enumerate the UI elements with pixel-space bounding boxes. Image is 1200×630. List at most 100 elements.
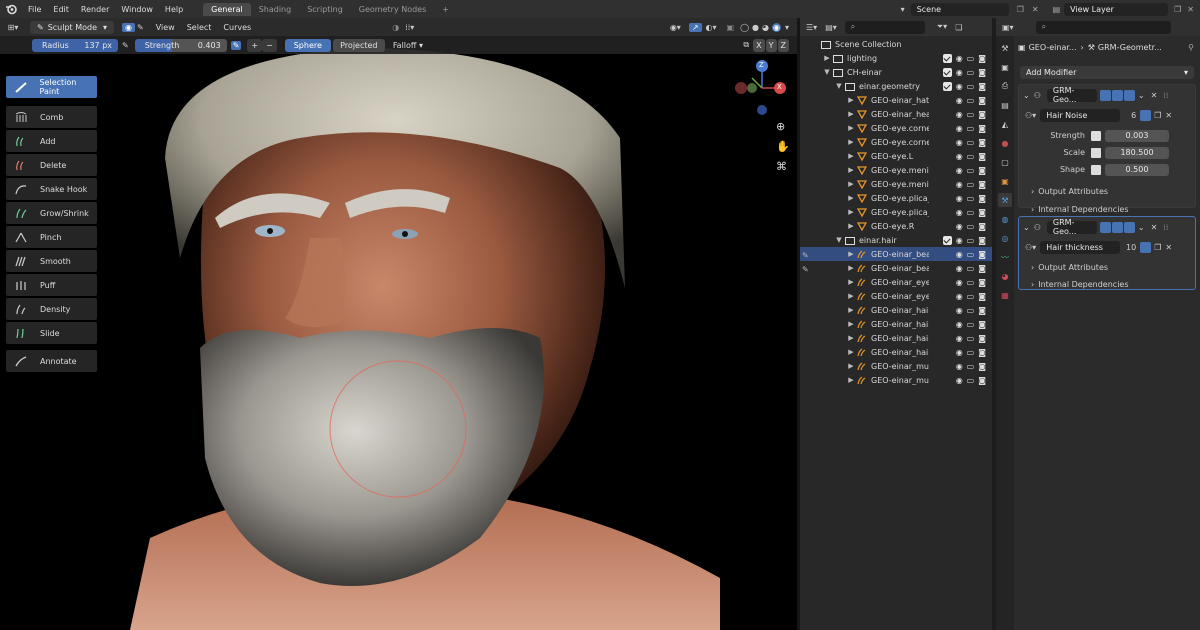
expand-arrow-icon[interactable]: ▼ bbox=[834, 236, 844, 244]
display-mode-icon[interactable]: ▤▾ bbox=[825, 23, 837, 32]
node-group-field[interactable]: Hair Noise bbox=[1040, 108, 1121, 122]
viewport-display-icon[interactable]: ▭ bbox=[967, 362, 975, 371]
expand-arrow-icon[interactable]: ▶ bbox=[846, 334, 856, 342]
attribute-toggle-icon[interactable] bbox=[1091, 164, 1101, 175]
material-shading-icon[interactable]: ◕ bbox=[762, 23, 769, 32]
tool-puff[interactable]: Puff bbox=[6, 274, 97, 296]
camera-render-icon[interactable]: ◙ bbox=[978, 96, 986, 105]
pin-icon[interactable]: ⚲ bbox=[1188, 43, 1194, 52]
visibility-icon[interactable]: ◉▾ bbox=[670, 23, 681, 32]
viewport-display-icon[interactable]: ▭ bbox=[967, 264, 975, 273]
edit-mode-toggle-icon[interactable] bbox=[1099, 89, 1111, 101]
tool-smooth[interactable]: Smooth bbox=[6, 250, 97, 272]
eye-icon[interactable]: ◉ bbox=[956, 250, 963, 259]
viewport-display-icon[interactable]: ▭ bbox=[967, 194, 975, 203]
object-tab-icon[interactable]: ▣ bbox=[998, 174, 1012, 188]
outliner-row[interactable]: ▶ GEO-eye.menisc ◉ ▭◙ bbox=[800, 177, 992, 191]
viewport-toggle-icon[interactable] bbox=[1111, 89, 1123, 101]
viewport-display-icon[interactable]: ▭ bbox=[967, 236, 975, 245]
tool-comb[interactable]: Comb bbox=[6, 106, 97, 128]
camera-render-icon[interactable]: ◙ bbox=[978, 362, 986, 371]
tab-scripting[interactable]: Scripting bbox=[299, 3, 351, 16]
camera-render-icon[interactable]: ◙ bbox=[978, 54, 986, 63]
outliner-editor-icon[interactable]: ☰▾ bbox=[806, 23, 817, 32]
camera-render-icon[interactable]: ◙ bbox=[978, 376, 986, 385]
eye-icon[interactable]: ◉ bbox=[956, 54, 963, 63]
rendered-shading-icon[interactable]: ◉ bbox=[772, 22, 781, 32]
eyedropper-icon[interactable]: ✎ bbox=[802, 251, 809, 260]
outliner-search-input[interactable]: ⌕ bbox=[844, 20, 925, 34]
tool-tab-icon[interactable]: ⚒ bbox=[998, 41, 1012, 55]
camera-render-icon[interactable]: ◙ bbox=[978, 180, 986, 189]
outliner-row[interactable]: ▶ GEO-eye.cornea ◉ ▭◙ bbox=[800, 135, 992, 149]
properties-editor-icon[interactable]: ▣▾ bbox=[1002, 23, 1014, 32]
overlays-icon[interactable]: ◐▾ bbox=[706, 23, 717, 32]
expand-arrow-icon[interactable]: ▶ bbox=[846, 208, 856, 216]
tool-selection-paint[interactable]: Selection Paint bbox=[6, 76, 97, 98]
outliner-row[interactable]: ▶ GEO-einar_hat ◉ ▭ ◙ bbox=[800, 93, 992, 107]
duplicate-icon[interactable]: ❐ bbox=[1154, 111, 1161, 120]
outliner-row[interactable]: ▶ GEO-einar_eyeb ◉ ▭◙ bbox=[800, 275, 992, 289]
viewport-display-icon[interactable]: ▭ bbox=[967, 110, 975, 119]
camera-render-icon[interactable]: ◙ bbox=[978, 124, 986, 133]
wireframe-shading-icon[interactable]: ◯ bbox=[740, 23, 749, 32]
eye-icon[interactable]: ◉ bbox=[956, 152, 963, 161]
node-group-field[interactable]: Hair thickness bbox=[1040, 240, 1121, 254]
input-value-field[interactable]: 0.003 bbox=[1105, 129, 1169, 142]
expand-arrow-icon[interactable]: ▶ bbox=[846, 194, 856, 202]
exclude-checkbox[interactable] bbox=[942, 81, 952, 91]
viewport-display-icon[interactable]: ▭ bbox=[967, 208, 975, 217]
camera-render-icon[interactable]: ◙ bbox=[978, 110, 986, 119]
expand-arrow-icon[interactable]: ▼ bbox=[822, 68, 832, 76]
modifier-name-field[interactable]: GRM-Geo... bbox=[1046, 218, 1097, 236]
camera-view-icon[interactable]: ⌘ bbox=[776, 160, 787, 173]
viewport-display-icon[interactable]: ▭ bbox=[967, 306, 975, 315]
viewport-3d[interactable]: ⊞▾ ✎ Sculpt Mode ▾ ◉ ✎ View Select Curve… bbox=[0, 18, 797, 630]
expand-arrow-icon[interactable]: ▶ bbox=[846, 152, 856, 160]
view-layer-copy-icon[interactable]: ❐ bbox=[1174, 5, 1181, 14]
camera-render-icon[interactable]: ◙ bbox=[978, 82, 986, 91]
attribute-toggle-icon[interactable] bbox=[1091, 130, 1101, 141]
eye-icon[interactable]: ◉ bbox=[956, 82, 963, 91]
outliner-row[interactable]: ▶ GEO-einar_must ◉ ▭◙ bbox=[800, 373, 992, 387]
viewport-display-icon[interactable]: ▭ bbox=[967, 68, 975, 77]
render-toggle-icon[interactable] bbox=[1123, 221, 1135, 233]
viewport-display-icon[interactable]: ▭ bbox=[967, 250, 975, 259]
outliner-row[interactable]: ▶ GEO-einar_bear ◉ ▭ ◙ bbox=[800, 247, 992, 261]
radius-field[interactable]: Radius 137 px bbox=[32, 38, 118, 52]
expand-arrow-icon[interactable]: ▼ bbox=[834, 82, 844, 90]
eye-icon[interactable]: ◉ bbox=[956, 194, 963, 203]
outliner-row[interactable]: ▼ einar.geometry ◉ ▭ ◙ bbox=[800, 79, 992, 93]
outliner-row[interactable]: ▶ GEO-einar_heac ◉ ▭ ◙ bbox=[800, 107, 992, 121]
collection-tab-icon[interactable]: ▢ bbox=[998, 155, 1012, 169]
camera-render-icon[interactable]: ◙ bbox=[978, 222, 986, 231]
camera-render-icon[interactable]: ◙ bbox=[978, 166, 986, 175]
expand-arrow-icon[interactable]: ▶ bbox=[846, 180, 856, 188]
eye-icon[interactable]: ◉ bbox=[956, 222, 963, 231]
expand-arrow-icon[interactable]: ▶ bbox=[846, 320, 856, 328]
output-attributes-panel[interactable]: Output Attributes bbox=[1038, 187, 1108, 196]
eye-icon[interactable]: ◉ bbox=[956, 110, 963, 119]
tab-general[interactable]: General bbox=[203, 2, 251, 16]
properties-search-input[interactable]: ⌕ bbox=[1035, 20, 1171, 34]
modifier-name-field[interactable]: GRM-Geo... bbox=[1046, 86, 1097, 104]
expand-arrow-icon[interactable]: ▶ bbox=[846, 376, 856, 384]
camera-render-icon[interactable]: ◙ bbox=[978, 306, 986, 315]
viewport-display-icon[interactable]: ▭ bbox=[967, 292, 975, 301]
strength-pressure-icon[interactable]: ✎ bbox=[230, 40, 242, 50]
drag-handle-icon[interactable]: ⁞⁞ bbox=[1163, 223, 1168, 232]
tab-shading[interactable]: Shading bbox=[251, 3, 300, 16]
input-value-field[interactable]: 180.500 bbox=[1105, 146, 1169, 159]
viewport-display-icon[interactable]: ▭ bbox=[967, 152, 975, 161]
tool-density[interactable]: Density bbox=[6, 298, 97, 320]
select-mode-icon[interactable]: ◉ bbox=[122, 22, 136, 32]
camera-render-icon[interactable]: ◙ bbox=[978, 334, 986, 343]
menu-window[interactable]: Window bbox=[115, 5, 159, 14]
viewport-display-icon[interactable]: ▭ bbox=[967, 82, 975, 91]
eye-icon[interactable]: ◉ bbox=[956, 320, 963, 329]
axis-y-button[interactable]: Y bbox=[765, 38, 777, 52]
symmetry-icon[interactable]: ◑ bbox=[392, 23, 399, 32]
expand-arrow-icon[interactable]: ▶ bbox=[846, 292, 856, 300]
outliner-row[interactable]: ▶ GEO-eye.plica_s ◉ ▭◙ bbox=[800, 191, 992, 205]
input-value-field[interactable]: 0.500 bbox=[1105, 163, 1169, 176]
